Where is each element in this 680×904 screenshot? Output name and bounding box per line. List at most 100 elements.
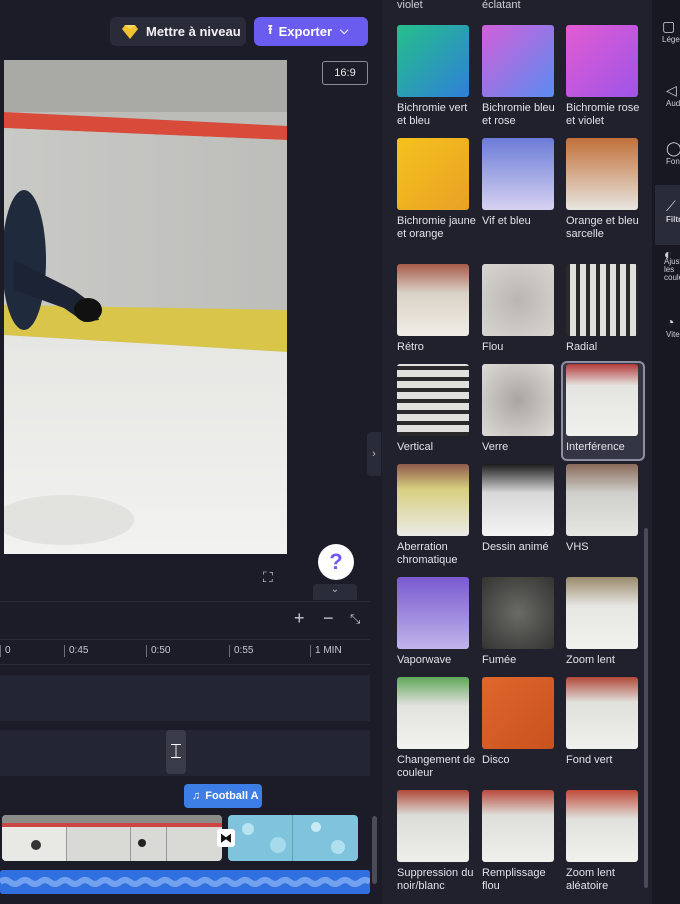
captions-icon: ▢ [662, 18, 676, 34]
filter-label: Zoom lent [566, 654, 615, 666]
fade-icon: ◯ [666, 140, 680, 156]
filter-tile[interactable] [482, 138, 554, 210]
filter-tile[interactable] [566, 364, 638, 436]
rail-item-label: Ajuster les couleurs [664, 257, 680, 282]
filter-tile[interactable] [566, 264, 638, 336]
rail-item-label: Audio [666, 99, 680, 108]
rail-item-label: Légendes [662, 35, 680, 44]
filter-label: Aberration chromatique [397, 541, 458, 566]
filter-label: Bichromie bleu et rose [482, 102, 555, 127]
ruler-tick: 0:55 [229, 645, 253, 657]
filter-label: Flou [482, 341, 504, 353]
ruler-tick: 0:45 [64, 645, 88, 657]
filter-tile[interactable] [482, 577, 554, 649]
filter-label: Suppression du noir/blanc [397, 867, 474, 892]
filter-label: Bichromie jaune et orange [397, 215, 476, 240]
minus-icon[interactable]: − [323, 608, 334, 629]
rail-item-fade[interactable]: ◯ Fondu [666, 140, 680, 166]
timeline-track[interactable] [0, 675, 370, 721]
filter-label: Bichromie vert et bleu [397, 102, 468, 127]
export-button[interactable]: ⭱ Exporter ⌵ [254, 17, 368, 46]
filter-tile[interactable] [482, 464, 554, 536]
filter-label: Verre [482, 441, 509, 453]
filter-tile[interactable] [397, 464, 469, 536]
aspect-ratio-button[interactable]: 16:9 [322, 61, 368, 85]
preview-frame [4, 60, 287, 554]
filter-label: Orange et bleu sarcelle [566, 215, 639, 240]
filter-tile[interactable] [566, 577, 638, 649]
filter-tile[interactable] [566, 25, 638, 97]
upgrade-label: Mettre à niveau [146, 24, 241, 39]
filter-label: Rétro [397, 341, 424, 353]
filter-tile[interactable] [566, 790, 638, 862]
filter-tile[interactable] [397, 364, 469, 436]
filter-tile[interactable] [397, 577, 469, 649]
filter-tile[interactable] [397, 264, 469, 336]
video-track[interactable] [0, 815, 360, 861]
video-clip[interactable] [2, 815, 222, 861]
rail-item-speed[interactable]: ◔ Vitesse [666, 314, 680, 339]
fullscreen-icon[interactable]: ⛶ [263, 569, 273, 586]
speaker-icon: ◁ [666, 82, 677, 98]
timeline-scrollbar[interactable] [372, 816, 377, 884]
music-note-icon: ♫ [192, 790, 201, 802]
filter-tile[interactable] [482, 677, 554, 749]
ruler-tick: 1 MIN [310, 645, 342, 657]
properties-rail [652, 0, 680, 904]
filters-scrollbar[interactable] [644, 528, 648, 888]
filter-label: Fumée [482, 654, 517, 666]
trim-handle[interactable]: ⌶ [166, 730, 186, 774]
image-clip[interactable] [228, 815, 358, 861]
timeline-toolbar: + − ⤡ [0, 601, 370, 640]
filter-tile[interactable] [566, 677, 638, 749]
rail-item-adjust-colors[interactable]: ◐ Ajuster les couleurs [664, 250, 680, 282]
filter-tile[interactable] [397, 790, 469, 862]
transition-icon[interactable]: ⧓ [217, 829, 235, 847]
filter-label: Remplissage flou [482, 867, 546, 892]
filter-tile[interactable] [482, 264, 554, 336]
upgrade-button[interactable]: Mettre à niveau [110, 17, 246, 46]
filter-tile[interactable] [482, 364, 554, 436]
top-bar: Mettre à niveau ⭱ Exporter ⌵ [0, 0, 382, 56]
speed-icon: ◔ [666, 314, 675, 330]
rail-item-filters[interactable]: ⟋ Filtres [666, 198, 680, 224]
filter-tile[interactable] [397, 25, 469, 97]
filter-label: VHS [566, 541, 589, 553]
timeline-ruler[interactable]: 0 0:45 0:50 0:55 1 MIN [0, 639, 370, 665]
filter-tile[interactable] [397, 138, 469, 210]
chevron-down-icon[interactable]: ⌄ [313, 584, 357, 600]
help-button[interactable]: ? [318, 544, 354, 580]
filter-tile[interactable] [482, 790, 554, 862]
filter-tile[interactable] [482, 25, 554, 97]
rail-item-label: Fondu [666, 157, 680, 166]
rail-item-label: Filtres [666, 215, 680, 224]
filter-label: Vertical [397, 441, 434, 453]
filter-label: violet [397, 0, 423, 10]
plus-icon[interactable]: + [294, 608, 305, 629]
magic-wand-icon: ⟋ [666, 198, 676, 214]
filter-label: Zoom lent aléatoire [566, 867, 615, 892]
rail-item-audio[interactable]: ◁ Audio [666, 82, 680, 108]
rail-item-captions[interactable]: ▢ Légendes [662, 18, 680, 44]
filter-tile[interactable] [566, 464, 638, 536]
music-clip[interactable]: ♫ Football A [184, 784, 262, 808]
audio-track[interactable] [0, 870, 370, 894]
image-clip-thumbnail [228, 815, 358, 861]
export-label: Exporter [278, 24, 333, 39]
filter-tile[interactable] [566, 138, 638, 210]
filter-label: Fond vert [566, 754, 613, 766]
ruler-tick: 0 [0, 645, 11, 657]
filter-label: Disco [482, 754, 510, 766]
filter-tile[interactable] [397, 677, 469, 749]
filter-label: Changement de couleur [397, 754, 476, 779]
collapse-panel-button[interactable]: › [367, 432, 381, 476]
ruler-tick: 0:50 [146, 645, 170, 657]
fit-to-screen-icon[interactable]: ⤡ [350, 611, 360, 627]
filter-label: Dessin animé [482, 541, 549, 553]
filter-label: Vif et bleu [482, 215, 531, 227]
video-preview[interactable] [4, 60, 287, 554]
filter-label: Vaporwave [397, 654, 452, 666]
audio-waveform [0, 870, 370, 894]
filter-label: éclatant [482, 0, 521, 10]
chevron-down-icon[interactable]: ⌵ [340, 25, 348, 38]
